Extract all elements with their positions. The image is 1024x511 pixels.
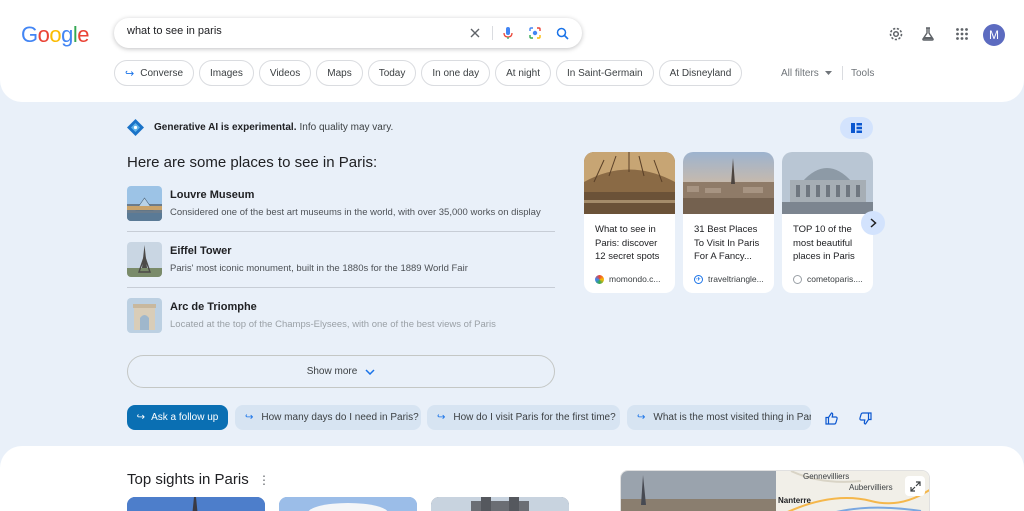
google-logo[interactable]: Google [21,22,90,48]
cards-next-button[interactable] [861,211,885,235]
dropdown-caret-icon [824,71,832,75]
place-name: Arc de Triomphe [170,301,257,313]
suggestion-arrow-icon: ↪ [637,412,646,423]
place-arc-de-triomphe[interactable]: Arc de Triomphe Located at the top of th… [127,298,555,346]
show-more-button[interactable]: Show more [127,355,555,388]
suggestion-chip[interactable]: ↪ What is the most visited thing in Paris [627,405,811,430]
place-louvre[interactable]: Louvre Museum Considered one of the best… [127,186,555,234]
search-icon[interactable] [554,25,570,41]
expand-map-button[interactable] [905,476,925,496]
lens-icon[interactable] [527,25,543,41]
chip-maps[interactable]: Maps [316,60,363,86]
microphone-icon[interactable] [500,25,516,41]
chip-in-one-day[interactable]: In one day [421,60,491,86]
sight-thumbnail[interactable] [279,497,417,511]
card-source-label: cometoparis.... [807,274,863,284]
place-description: Paris' most iconic monument, built in th… [170,263,468,274]
suggestion-arrow-icon: ↪ [245,412,254,423]
card-image [584,152,675,214]
suggestion-chip[interactable]: ↪ How many days do I need in Paris? [235,405,421,430]
sight-thumbnail[interactable] [431,497,569,511]
chip-saint-germain[interactable]: In Saint-Germain [556,60,654,86]
ai-heading: Here are some places to see in Paris: [127,154,378,171]
labs-flask-icon[interactable] [919,25,937,43]
place-name: Eiffel Tower [170,245,232,257]
ai-disclaimer-note: Info quality may vary. [299,122,394,133]
chevron-down-icon [365,368,375,375]
layout-icon [851,123,862,133]
more-options-icon[interactable]: ⋮ [258,473,270,487]
ask-follow-up-label: Ask a follow up [151,412,219,423]
search-divider [492,26,493,40]
suggestion-label: How many days do I need in Paris? [261,412,419,423]
source-card-cometoparis[interactable]: TOP 10 of the most beautiful places in P… [782,152,873,293]
card-image [782,152,873,214]
place-description: Considered one of the best art museums i… [170,207,541,218]
card-image [683,152,774,214]
card-title: TOP 10 of the most beautiful places in P… [793,224,855,262]
chip-images[interactable]: Images [199,60,254,86]
source-card-traveltriangle[interactable]: 31 Best Places To Visit In Paris For A F… [683,152,774,293]
place-description: Located at the top of the Champs-Elysees… [170,319,496,330]
thumbs-down-icon[interactable] [857,410,873,426]
search-box[interactable] [114,18,582,48]
card-title: 31 Best Places To Visit In Paris For A F… [694,224,760,262]
filters-divider [842,66,843,80]
cometoparis-favicon-icon [793,274,802,284]
clear-icon[interactable] [467,25,483,41]
card-title: What to see in Paris: discover 12 secret… [595,224,660,262]
top-sights-heading: Top sights in Paris [127,471,249,488]
tools-button[interactable]: Tools [851,68,874,79]
follow-up-arrow-icon: ↪ [136,412,146,423]
eiffel-thumbnail [127,242,162,277]
chip-videos[interactable]: Videos [258,60,312,86]
map-label: Gennevilliers [803,472,850,481]
suggestion-label: What is the most visited thing in Paris [653,412,811,423]
suggestion-chip[interactable]: ↪ How do I visit Paris for the first time… [427,405,620,430]
header: Google M ↪ Converse Images Videos Maps To… [0,0,1024,102]
thumbs-up-icon[interactable] [823,410,839,426]
layout-toggle-button[interactable] [840,117,873,139]
map-label: Nanterre [778,496,811,505]
ai-disclaimer: Generative AI is experimental. Info qual… [127,119,393,136]
account-avatar[interactable]: M [983,24,1005,46]
chevron-right-icon [870,218,877,228]
momondo-favicon-icon [595,274,604,284]
suggestion-arrow-icon: ↪ [437,412,446,423]
chip-disneyland[interactable]: At Disneyland [658,60,743,86]
place-divider [127,231,555,232]
traveltriangle-favicon-icon: ✈ [694,274,703,284]
place-name: Louvre Museum [170,189,255,201]
chip-at-night[interactable]: At night [495,60,552,86]
source-card-momondo[interactable]: What to see in Paris: discover 12 secret… [584,152,675,293]
ai-disclaimer-bold: Generative AI is experimental. [154,122,297,133]
chip-today[interactable]: Today [367,60,417,86]
chip-label: Converse [140,67,184,79]
ask-follow-up-button[interactable]: ↪ Ask a follow up [127,405,228,430]
show-more-label: Show more [306,366,358,377]
map-label: Aubervilliers [849,483,893,492]
filter-chips: ↪ Converse Images Videos Maps Today In on… [114,60,743,86]
expand-icon [909,480,921,492]
chip-converse[interactable]: ↪ Converse [114,60,195,86]
all-filters-label: All filters [781,68,819,79]
all-filters-button[interactable]: All filters [781,68,832,79]
louvre-thumbnail [127,186,162,221]
suggestion-label: How do I visit Paris for the first time? [453,412,616,423]
converse-arrow-icon: ↪ [125,67,135,80]
card-source: cometoparis.... [793,274,863,284]
search-input[interactable] [127,25,457,37]
card-source: ✈ traveltriangle... [694,274,764,284]
gemini-sparkle-icon [127,119,144,136]
arc-thumbnail [127,298,162,333]
place-divider [127,287,555,288]
place-eiffel[interactable]: Eiffel Tower Paris' most iconic monument… [127,242,555,290]
card-source: momondo.c... [595,274,661,284]
sight-thumbnail[interactable] [127,497,265,511]
apps-grid-icon[interactable] [953,25,971,43]
settings-gear-icon[interactable] [887,25,905,43]
map-preview[interactable]: Gennevilliers Aubervilliers Nanterre [620,470,930,511]
card-source-label: traveltriangle... [708,274,764,284]
card-source-label: momondo.c... [609,274,661,284]
